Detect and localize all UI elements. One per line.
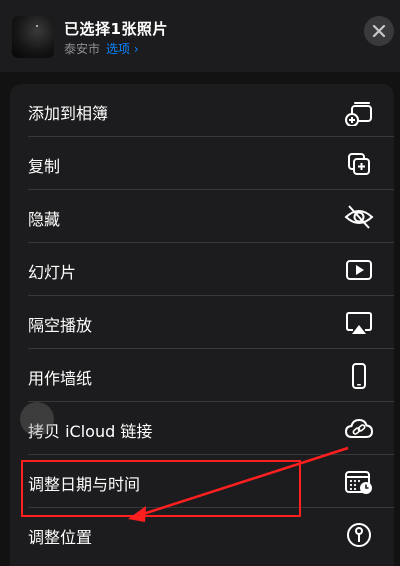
iphone-icon — [352, 363, 366, 389]
menu-item-copy-icloud-link[interactable]: 拷贝 iCloud 链接 — [10, 402, 394, 455]
duplicate-icon — [348, 153, 370, 175]
touch-indicator — [20, 402, 54, 436]
selection-title: 已选择1张照片 — [64, 20, 168, 38]
calendar-clock-icon — [345, 471, 372, 494]
close-button[interactable] — [364, 16, 394, 46]
header-subtitle: 泰安市 选项 › — [64, 40, 139, 57]
sheet-header: 已选择1张照片 泰安市 选项 › — [0, 0, 400, 72]
location-pin-icon — [347, 523, 371, 547]
menu-item-slideshow[interactable]: 幻灯片 — [10, 243, 394, 296]
airplay-icon — [346, 312, 372, 334]
menu-item-label: 隔空播放 — [28, 316, 93, 335]
menu-item-hide[interactable]: 隐藏 — [10, 190, 394, 243]
photo-highlight — [36, 25, 38, 27]
menu-item-wallpaper[interactable]: 用作墙纸 — [10, 349, 394, 402]
photo-thumbnail[interactable] — [12, 16, 54, 58]
menu-item-label: 用作墙纸 — [28, 369, 93, 388]
menu-item-label: 复制 — [28, 157, 61, 176]
menu-item-label: 添加到相簿 — [28, 104, 109, 123]
menu-item-label: 调整位置 — [28, 528, 93, 547]
share-sheet: 已选择1张照片 泰安市 选项 › 添加到相簿 复制 隐藏 幻灯片 隔空播放 用作… — [0, 0, 400, 566]
menu-item-airplay[interactable]: 隔空播放 — [10, 296, 394, 349]
options-link[interactable]: 选项 › — [106, 42, 139, 56]
close-icon — [372, 24, 386, 38]
menu-item-label: 隐藏 — [28, 210, 61, 229]
menu-item-add-to-album[interactable]: 添加到相簿 — [10, 84, 394, 137]
play-rectangle-icon — [346, 260, 372, 280]
add-to-album-icon — [345, 102, 372, 126]
highlight-box — [21, 460, 301, 517]
menu-item-duplicate[interactable]: 复制 — [10, 137, 394, 190]
cloud-link-icon — [344, 418, 374, 438]
eye-slash-icon — [344, 205, 374, 229]
menu-item-label: 幻灯片 — [28, 263, 77, 282]
location-label: 泰安市 — [64, 42, 101, 56]
